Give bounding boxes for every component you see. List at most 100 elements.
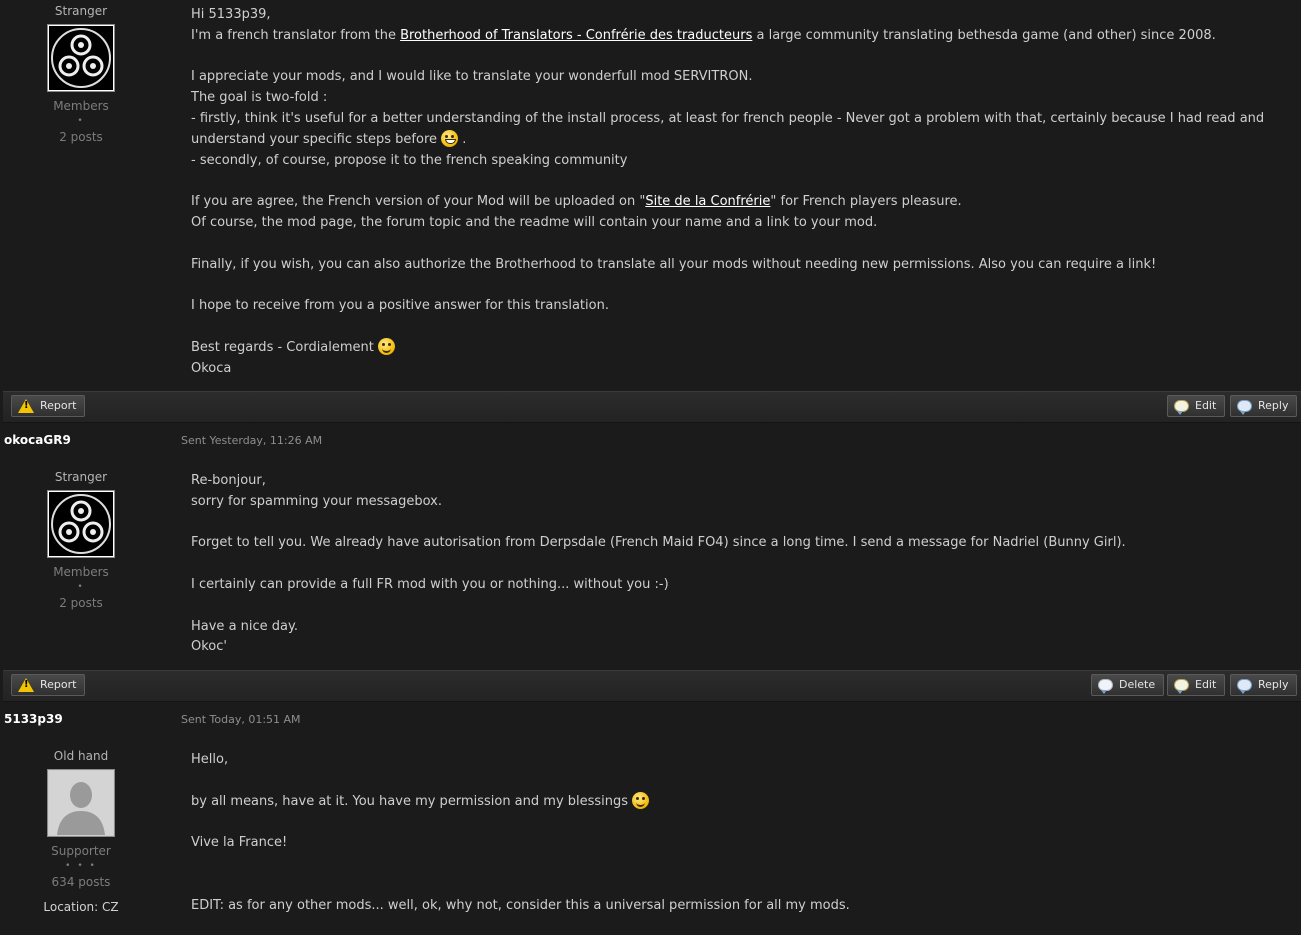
- post-line: Okoca: [191, 360, 232, 376]
- post-body: Hi 5133p39, I'm a french translator from…: [191, 5, 1271, 379]
- post-count: 634 posts: [51, 875, 111, 889]
- post-line: Hi 5133p39,: [191, 7, 271, 22]
- avatar[interactable]: [47, 24, 115, 92]
- text: Best regards - Cordialement: [191, 339, 379, 355]
- report-button[interactable]: Report: [11, 395, 86, 417]
- post-body: Re-bonjour, sorry for spamming your mess…: [191, 471, 1271, 658]
- member-group: Members: [53, 99, 109, 113]
- warning-icon: [18, 399, 34, 413]
- smile-emoji-icon: [378, 337, 396, 355]
- post-line: Vive la France!: [191, 835, 288, 851]
- triskelion-avatar-icon: [49, 26, 113, 90]
- button-label: Delete: [1119, 678, 1156, 691]
- post-line: EDIT: as for any other mods... well, ok,…: [191, 897, 850, 913]
- rank-pips: • • •: [65, 861, 97, 871]
- edit-button[interactable]: Edit: [1167, 674, 1226, 696]
- report-button[interactable]: Report: [11, 674, 86, 696]
- avatar[interactable]: [47, 769, 115, 837]
- post-body: Hello, by all means, have at it. You hav…: [191, 750, 1271, 916]
- text: understand your specific steps before: [191, 131, 442, 147]
- username-link[interactable]: okocaGR9: [4, 433, 71, 447]
- button-label: Report: [40, 678, 77, 691]
- smile-emoji-icon: [632, 791, 650, 809]
- text: I'm a french translator from the: [191, 27, 401, 43]
- brotherhood-link[interactable]: Brotherhood of Translators - Confrérie d…: [400, 28, 752, 43]
- post-line: Okoc': [191, 639, 227, 655]
- button-label: Reply: [1258, 399, 1289, 412]
- button-label: Edit: [1195, 678, 1217, 691]
- post-action-bar: Report Delete Edit Reply: [3, 670, 1301, 702]
- post-line: Forget to tell you. We already have auto…: [191, 535, 1126, 551]
- member-location: Location: CZ: [43, 900, 119, 914]
- post-line: I hope to receive from you a positive an…: [191, 298, 609, 314]
- post-line: I certainly can provide a full FR mod wi…: [191, 576, 669, 592]
- member-rank: Stranger: [54, 470, 108, 484]
- username-link[interactable]: 5133p39: [4, 712, 63, 726]
- speech-bubble-icon: [1237, 679, 1252, 694]
- text: by all means, have at it. You have my pe…: [191, 793, 633, 809]
- post-author-info: Old hand Supporter • • • 634 posts Locat…: [0, 749, 162, 914]
- button-label: Report: [40, 399, 77, 412]
- default-user-avatar-icon: [49, 771, 113, 835]
- text: .: [458, 131, 467, 147]
- post-line: - secondly, of course, propose it to the…: [191, 152, 628, 168]
- rank-pips: •: [77, 116, 85, 126]
- rank-pips: •: [77, 582, 85, 592]
- edit-button[interactable]: Edit: [1167, 395, 1226, 417]
- post-meta: 5133p39 Sent Today, 01:51 AM: [0, 712, 1301, 732]
- avatar[interactable]: [47, 490, 115, 558]
- post-line: by all means, have at it. You have my pe…: [191, 791, 1271, 813]
- post-line: The goal is two-fold :: [191, 90, 328, 106]
- confrerie-site-link[interactable]: Site de la Confrérie: [645, 194, 770, 209]
- delete-button[interactable]: Delete: [1091, 674, 1165, 696]
- triskelion-avatar-icon: [49, 492, 113, 556]
- reply-button[interactable]: Reply: [1230, 395, 1298, 417]
- grin-emoji-icon: [441, 129, 459, 147]
- post-line: understand your specific steps before .: [191, 129, 1271, 151]
- warning-icon: [18, 678, 34, 692]
- post-line: Finally, if you wish, you can also autho…: [191, 256, 1157, 272]
- post-author-info: Stranger Members • 2 posts: [0, 470, 162, 610]
- edit-bubble-icon: [1174, 679, 1189, 694]
- post-line: sorry for spamming your messagebox.: [191, 493, 442, 509]
- post-line: I appreciate your mods, and I would like…: [191, 69, 753, 85]
- post-line: Re-bonjour,: [191, 473, 266, 488]
- member-rank: Old hand: [53, 749, 109, 763]
- text: a large community translating bethesda g…: [752, 27, 1216, 43]
- post-line: Hello,: [191, 752, 229, 767]
- post-count: 2 posts: [59, 596, 103, 610]
- post-author-info: Stranger Members • 2 posts: [0, 0, 162, 144]
- post-line: Have a nice day.: [191, 618, 298, 634]
- post-line: Best regards - Cordialement: [191, 337, 1271, 359]
- member-group: Supporter: [51, 844, 111, 858]
- post-line: I'm a french translator from the Brother…: [191, 26, 1271, 47]
- sent-timestamp: Sent Yesterday, 11:26 AM: [181, 434, 323, 447]
- member-rank: Stranger: [54, 4, 108, 18]
- post-count: 2 posts: [59, 130, 103, 144]
- text: If you are agree, the French version of …: [191, 194, 646, 210]
- reply-button[interactable]: Reply: [1230, 674, 1298, 696]
- text: " for French players pleasure.: [770, 194, 962, 210]
- post-line: - firstly, think it's useful for a bette…: [191, 110, 1265, 126]
- sent-timestamp: Sent Today, 01:51 AM: [181, 713, 301, 726]
- speech-bubble-icon: [1098, 679, 1113, 694]
- speech-bubble-icon: [1237, 400, 1252, 415]
- post-line: Of course, the mod page, the forum topic…: [191, 214, 878, 230]
- post-line: If you are agree, the French version of …: [191, 192, 1271, 213]
- button-label: Edit: [1195, 399, 1217, 412]
- post-action-bar: Report Edit Reply: [3, 391, 1301, 423]
- edit-bubble-icon: [1174, 400, 1189, 415]
- post-meta: okocaGR9 Sent Yesterday, 11:26 AM: [0, 433, 1301, 453]
- button-label: Reply: [1258, 678, 1289, 691]
